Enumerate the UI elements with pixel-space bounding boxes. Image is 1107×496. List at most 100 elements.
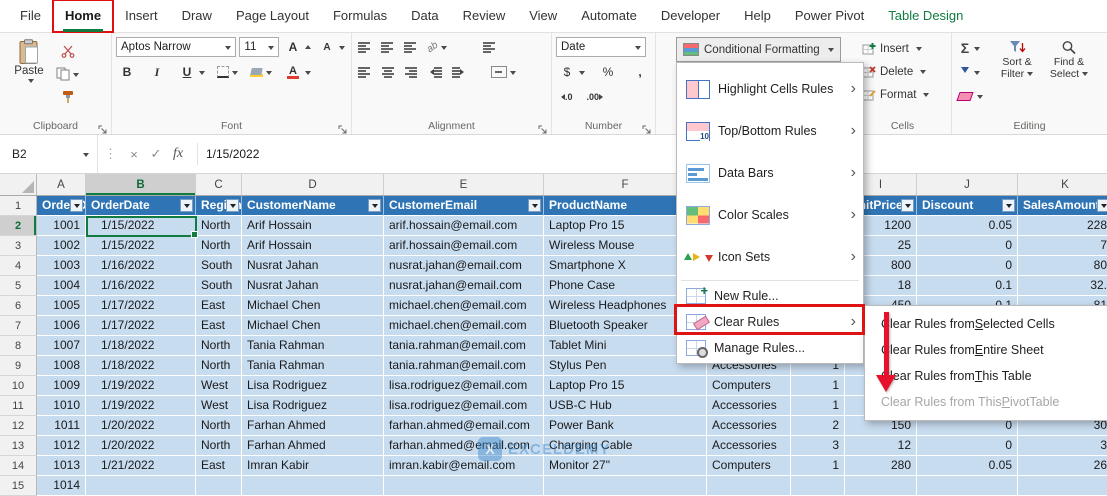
font-dialog-launcher[interactable] bbox=[338, 121, 348, 134]
cell-E6[interactable]: michael.chen@email.com bbox=[384, 296, 544, 316]
cell-C13[interactable]: North bbox=[196, 436, 242, 456]
enter-button[interactable]: ✓ bbox=[145, 146, 167, 162]
header-cell-customername[interactable]: CustomerName bbox=[242, 196, 384, 216]
cell-G10[interactable]: Computers bbox=[707, 376, 791, 396]
cell-E15[interactable] bbox=[384, 476, 544, 496]
cell-C15[interactable] bbox=[196, 476, 242, 496]
tab-draw[interactable]: Draw bbox=[170, 0, 224, 32]
cell-J14[interactable]: 0.05 bbox=[917, 456, 1018, 476]
decrease-decimal-button[interactable]: .00 bbox=[585, 87, 609, 107]
delete-cells-button[interactable]: Delete bbox=[858, 60, 947, 83]
cell-G12[interactable]: Accessories bbox=[707, 416, 791, 436]
wrap-text-button[interactable] bbox=[481, 37, 498, 57]
cell-D15[interactable] bbox=[242, 476, 384, 496]
insert-cells-button[interactable]: Insert bbox=[858, 37, 947, 60]
filter-button-K[interactable] bbox=[1097, 199, 1107, 212]
cell-D6[interactable]: Michael Chen bbox=[242, 296, 384, 316]
alignment-dialog-launcher[interactable] bbox=[538, 121, 548, 134]
cell-D4[interactable]: Nusrat Jahan bbox=[242, 256, 384, 276]
cell-C7[interactable]: East bbox=[196, 316, 242, 336]
filter-button-I[interactable] bbox=[901, 199, 914, 212]
align-top-button[interactable] bbox=[356, 37, 373, 57]
cell-F10[interactable]: Laptop Pro 15 bbox=[544, 376, 707, 396]
cell-C14[interactable]: East bbox=[196, 456, 242, 476]
fill-handle[interactable] bbox=[191, 231, 198, 238]
cell-K13[interactable]: 3 bbox=[1018, 436, 1107, 456]
cell-H12[interactable]: 2 bbox=[791, 416, 845, 436]
tab-review[interactable]: Review bbox=[451, 0, 518, 32]
cell-D12[interactable]: Farhan Ahmed bbox=[242, 416, 384, 436]
cell-C5[interactable]: South bbox=[196, 276, 242, 296]
cell-J13[interactable]: 0 bbox=[917, 436, 1018, 456]
cf-menu-item-data-bars[interactable]: Data Bars › bbox=[677, 152, 863, 194]
row-header-12[interactable]: 12 bbox=[0, 416, 37, 436]
cell-J5[interactable]: 0.1 bbox=[917, 276, 1018, 296]
cell-A10[interactable]: 1009 bbox=[37, 376, 86, 396]
column-header-D[interactable]: D bbox=[242, 174, 384, 195]
cell-I13[interactable]: 12 bbox=[845, 436, 917, 456]
cell-B6[interactable]: 1/17/2022 bbox=[86, 296, 196, 316]
cf-menu-item-manage-rules[interactable]: Manage Rules... bbox=[677, 335, 863, 361]
cell-D14[interactable]: Imran Kabir bbox=[242, 456, 384, 476]
cell-D5[interactable]: Nusrat Jahan bbox=[242, 276, 384, 296]
tab-table-design[interactable]: Table Design bbox=[876, 0, 975, 32]
cell-A7[interactable]: 1006 bbox=[37, 316, 86, 336]
cell-H10[interactable]: 1 bbox=[791, 376, 845, 396]
cell-B5[interactable]: 1/16/2022 bbox=[86, 276, 196, 296]
align-right-button[interactable] bbox=[402, 62, 419, 82]
fill-button[interactable] bbox=[956, 61, 985, 83]
cell-E7[interactable]: michael.chen@email.com bbox=[384, 316, 544, 336]
align-middle-button[interactable] bbox=[379, 37, 396, 57]
accounting-format-button[interactable]: $ bbox=[556, 62, 587, 82]
font-name-combo[interactable]: Aptos Narrow bbox=[116, 37, 237, 57]
column-header-C[interactable]: C bbox=[196, 174, 242, 195]
header-cell-orderid[interactable]: OrderID bbox=[37, 196, 86, 216]
align-bottom-button[interactable] bbox=[402, 37, 419, 57]
column-header-K[interactable]: K bbox=[1018, 174, 1107, 195]
cell-E5[interactable]: nusrat.jahan@email.com bbox=[384, 276, 544, 296]
cell-K2[interactable]: 228 bbox=[1018, 216, 1107, 236]
header-cell-region[interactable]: Region bbox=[196, 196, 242, 216]
cancel-button[interactable]: × bbox=[123, 147, 145, 162]
row-header-11[interactable]: 11 bbox=[0, 396, 37, 416]
increase-indent-button[interactable] bbox=[450, 62, 469, 82]
cell-B11[interactable]: 1/19/2022 bbox=[86, 396, 196, 416]
cell-D8[interactable]: Tania Rahman bbox=[242, 336, 384, 356]
cell-F12[interactable]: Power Bank bbox=[544, 416, 707, 436]
cell-A4[interactable]: 1003 bbox=[37, 256, 86, 276]
autosum-button[interactable]: Σ bbox=[956, 37, 985, 59]
cell-B8[interactable]: 1/18/2022 bbox=[86, 336, 196, 356]
column-header-A[interactable]: A bbox=[37, 174, 86, 195]
tab-help[interactable]: Help bbox=[732, 0, 783, 32]
cut-button[interactable] bbox=[54, 41, 81, 61]
cell-A8[interactable]: 1007 bbox=[37, 336, 86, 356]
tab-developer[interactable]: Developer bbox=[649, 0, 732, 32]
increase-decimal-button[interactable]: .0 bbox=[556, 87, 575, 107]
merge-center-button[interactable] bbox=[489, 62, 518, 82]
copy-button[interactable] bbox=[54, 64, 81, 84]
italic-button[interactable]: I bbox=[146, 62, 168, 82]
cf-menu-item-icon-sets[interactable]: Icon Sets › bbox=[677, 236, 863, 278]
cf-menu-item-highlight-cells-rules[interactable]: Highlight Cells Rules › bbox=[677, 68, 863, 110]
row-header-7[interactable]: 7 bbox=[0, 316, 37, 336]
cell-G13[interactable]: Accessories bbox=[707, 436, 791, 456]
select-all-corner[interactable] bbox=[0, 174, 37, 195]
header-cell-discount[interactable]: Discount bbox=[917, 196, 1018, 216]
align-center-button[interactable] bbox=[379, 62, 396, 82]
cell-K5[interactable]: 32. bbox=[1018, 276, 1107, 296]
row-header-9[interactable]: 9 bbox=[0, 356, 37, 376]
cell-E3[interactable]: arif.hossain@email.com bbox=[384, 236, 544, 256]
cell-G15[interactable] bbox=[707, 476, 791, 496]
name-box-splitter[interactable]: ⋮ bbox=[98, 146, 123, 162]
cell-F11[interactable]: USB-C Hub bbox=[544, 396, 707, 416]
cell-H13[interactable]: 3 bbox=[791, 436, 845, 456]
cell-D7[interactable]: Michael Chen bbox=[242, 316, 384, 336]
cell-A9[interactable]: 1008 bbox=[37, 356, 86, 376]
decrease-font-button[interactable]: A bbox=[316, 37, 347, 57]
row-header-6[interactable]: 6 bbox=[0, 296, 37, 316]
row-header-1[interactable]: 1 bbox=[0, 196, 37, 216]
cell-D10[interactable]: Lisa Rodriguez bbox=[242, 376, 384, 396]
cell-G14[interactable]: Computers bbox=[707, 456, 791, 476]
formula-bar-value[interactable]: 1/15/2022 bbox=[206, 147, 259, 161]
tab-file[interactable]: File bbox=[8, 0, 53, 32]
